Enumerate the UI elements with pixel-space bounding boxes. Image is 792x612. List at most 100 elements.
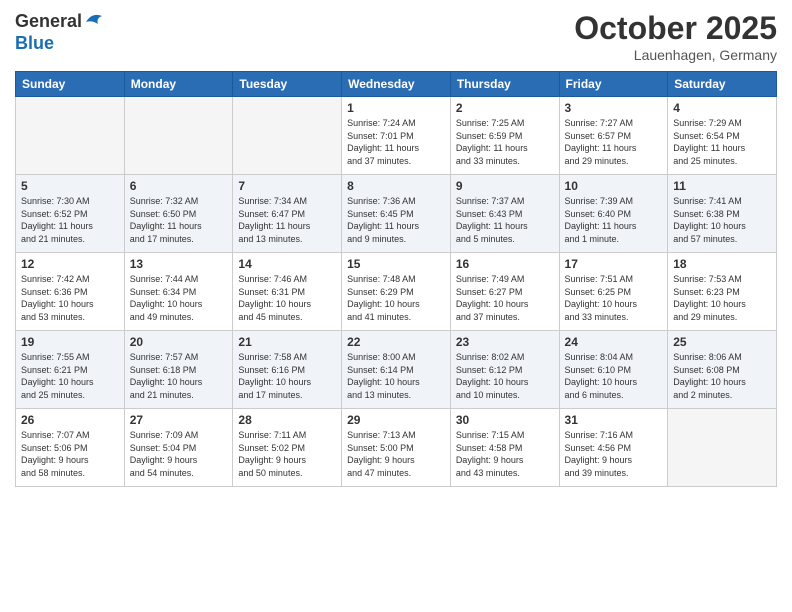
day-number: 20: [130, 335, 228, 349]
day-info: Sunrise: 7:57 AM Sunset: 6:18 PM Dayligh…: [130, 351, 228, 401]
calendar-cell: 11Sunrise: 7:41 AM Sunset: 6:38 PM Dayli…: [668, 175, 777, 253]
calendar-cell: 15Sunrise: 7:48 AM Sunset: 6:29 PM Dayli…: [342, 253, 451, 331]
calendar-cell: [233, 97, 342, 175]
day-number: 24: [565, 335, 663, 349]
day-info: Sunrise: 7:53 AM Sunset: 6:23 PM Dayligh…: [673, 273, 771, 323]
day-number: 2: [456, 101, 554, 115]
calendar-cell: 6 Sunrise: 7:32 AM Sunset: 6:50 PM Daylig…: [124, 175, 233, 253]
weekday-thursday: Thursday: [450, 72, 559, 97]
calendar-cell: 16 Sunrise: 7:49 AM Sunset: 6:27 PM Dayli…: [450, 253, 559, 331]
day-info: Sunrise: 7:37 AM Sunset: 6:43 PM Dayligh…: [456, 195, 554, 245]
day-info: Sunrise: 8:04 AM Sunset: 6:10 PM Dayligh…: [565, 351, 663, 401]
day-info: Sunrise: 7:42 AM Sunset: 6:36 PM Dayligh…: [21, 273, 119, 323]
calendar-cell: [124, 97, 233, 175]
day-info: Sunrise: 7:49 AM Sunset: 6:27 PM Dayligh…: [456, 273, 554, 323]
day-number: 7: [238, 179, 336, 193]
day-info: Sunrise: 7:51 AM Sunset: 6:25 PM Dayligh…: [565, 273, 663, 323]
day-number: 17: [565, 257, 663, 271]
day-info: Sunrise: 7:32 AM Sunset: 6:50 PM Dayligh…: [130, 195, 228, 245]
calendar-cell: 29Sunrise: 7:13 AM Sunset: 5:00 PM Dayli…: [342, 409, 451, 487]
calendar-cell: 23 Sunrise: 8:02 AM Sunset: 6:12 PM Dayli…: [450, 331, 559, 409]
weekday-friday: Friday: [559, 72, 668, 97]
day-number: 16: [456, 257, 554, 271]
day-number: 26: [21, 413, 119, 427]
calendar-cell: 8Sunrise: 7:36 AM Sunset: 6:45 PM Daylig…: [342, 175, 451, 253]
calendar-cell: 21Sunrise: 7:58 AM Sunset: 6:16 PM Dayli…: [233, 331, 342, 409]
day-info: Sunrise: 7:39 AM Sunset: 6:40 PM Dayligh…: [565, 195, 663, 245]
calendar-cell: 31Sunrise: 7:16 AM Sunset: 4:56 PM Dayli…: [559, 409, 668, 487]
day-number: 19: [21, 335, 119, 349]
day-number: 23: [456, 335, 554, 349]
calendar-week-2: 5 Sunrise: 7:30 AM Sunset: 6:52 PM Daylig…: [16, 175, 777, 253]
calendar-cell: 2 Sunrise: 7:25 AM Sunset: 6:59 PM Daylig…: [450, 97, 559, 175]
logo: General Blue: [15, 10, 104, 54]
day-number: 25: [673, 335, 771, 349]
day-number: 9: [456, 179, 554, 193]
calendar-cell: 14Sunrise: 7:46 AM Sunset: 6:31 PM Dayli…: [233, 253, 342, 331]
calendar-cell: [16, 97, 125, 175]
calendar-cell: 28 Sunrise: 7:11 AM Sunset: 5:02 PM Dayli…: [233, 409, 342, 487]
logo-general: General: [15, 12, 82, 32]
calendar-cell: 3 Sunrise: 7:27 AM Sunset: 6:57 PM Daylig…: [559, 97, 668, 175]
day-number: 8: [347, 179, 445, 193]
day-info: Sunrise: 7:07 AM Sunset: 5:06 PM Dayligh…: [21, 429, 119, 479]
day-number: 12: [21, 257, 119, 271]
day-number: 1: [347, 101, 445, 115]
calendar-cell: 13Sunrise: 7:44 AM Sunset: 6:34 PM Dayli…: [124, 253, 233, 331]
calendar-cell: 5 Sunrise: 7:30 AM Sunset: 6:52 PM Daylig…: [16, 175, 125, 253]
weekday-wednesday: Wednesday: [342, 72, 451, 97]
logo-bird-icon: [84, 10, 104, 34]
calendar-cell: 20 Sunrise: 7:57 AM Sunset: 6:18 PM Dayli…: [124, 331, 233, 409]
calendar-cell: 30 Sunrise: 7:15 AM Sunset: 4:58 PM Dayli…: [450, 409, 559, 487]
calendar-cell: 1 Sunrise: 7:24 AM Sunset: 7:01 PM Daylig…: [342, 97, 451, 175]
calendar-week-3: 12 Sunrise: 7:42 AM Sunset: 6:36 PM Dayli…: [16, 253, 777, 331]
weekday-sunday: Sunday: [16, 72, 125, 97]
day-info: Sunrise: 7:34 AM Sunset: 6:47 PM Dayligh…: [238, 195, 336, 245]
calendar-cell: 24 Sunrise: 8:04 AM Sunset: 6:10 PM Dayli…: [559, 331, 668, 409]
day-info: Sunrise: 7:24 AM Sunset: 7:01 PM Dayligh…: [347, 117, 445, 167]
calendar-cell: 27Sunrise: 7:09 AM Sunset: 5:04 PM Dayli…: [124, 409, 233, 487]
day-number: 4: [673, 101, 771, 115]
day-number: 14: [238, 257, 336, 271]
location: Lauenhagen, Germany: [574, 47, 777, 63]
day-info: Sunrise: 7:30 AM Sunset: 6:52 PM Dayligh…: [21, 195, 119, 245]
day-info: Sunrise: 7:27 AM Sunset: 6:57 PM Dayligh…: [565, 117, 663, 167]
day-info: Sunrise: 7:11 AM Sunset: 5:02 PM Dayligh…: [238, 429, 336, 479]
day-info: Sunrise: 7:25 AM Sunset: 6:59 PM Dayligh…: [456, 117, 554, 167]
header: General Blue October 2025 Lauenhagen, Ge…: [15, 10, 777, 63]
calendar-week-4: 19Sunrise: 7:55 AM Sunset: 6:21 PM Dayli…: [16, 331, 777, 409]
weekday-header-row: SundayMondayTuesdayWednesdayThursdayFrid…: [16, 72, 777, 97]
day-info: Sunrise: 8:06 AM Sunset: 6:08 PM Dayligh…: [673, 351, 771, 401]
day-info: Sunrise: 7:29 AM Sunset: 6:54 PM Dayligh…: [673, 117, 771, 167]
day-number: 5: [21, 179, 119, 193]
calendar-cell: 9 Sunrise: 7:37 AM Sunset: 6:43 PM Daylig…: [450, 175, 559, 253]
weekday-saturday: Saturday: [668, 72, 777, 97]
day-number: 29: [347, 413, 445, 427]
day-number: 18: [673, 257, 771, 271]
day-number: 30: [456, 413, 554, 427]
calendar-cell: 10Sunrise: 7:39 AM Sunset: 6:40 PM Dayli…: [559, 175, 668, 253]
calendar-cell: 18 Sunrise: 7:53 AM Sunset: 6:23 PM Dayli…: [668, 253, 777, 331]
day-number: 21: [238, 335, 336, 349]
day-info: Sunrise: 7:16 AM Sunset: 4:56 PM Dayligh…: [565, 429, 663, 479]
page: General Blue October 2025 Lauenhagen, Ge…: [0, 0, 792, 612]
logo-blue: Blue: [15, 34, 104, 54]
day-number: 3: [565, 101, 663, 115]
day-number: 22: [347, 335, 445, 349]
calendar-cell: 19Sunrise: 7:55 AM Sunset: 6:21 PM Dayli…: [16, 331, 125, 409]
day-info: Sunrise: 8:02 AM Sunset: 6:12 PM Dayligh…: [456, 351, 554, 401]
day-info: Sunrise: 7:48 AM Sunset: 6:29 PM Dayligh…: [347, 273, 445, 323]
calendar-cell: 22 Sunrise: 8:00 AM Sunset: 6:14 PM Dayli…: [342, 331, 451, 409]
day-info: Sunrise: 8:00 AM Sunset: 6:14 PM Dayligh…: [347, 351, 445, 401]
day-info: Sunrise: 7:15 AM Sunset: 4:58 PM Dayligh…: [456, 429, 554, 479]
weekday-tuesday: Tuesday: [233, 72, 342, 97]
day-number: 28: [238, 413, 336, 427]
calendar-week-1: 1 Sunrise: 7:24 AM Sunset: 7:01 PM Daylig…: [16, 97, 777, 175]
day-number: 11: [673, 179, 771, 193]
calendar-cell: 12 Sunrise: 7:42 AM Sunset: 6:36 PM Dayli…: [16, 253, 125, 331]
day-number: 6: [130, 179, 228, 193]
calendar-cell: 7 Sunrise: 7:34 AM Sunset: 6:47 PM Daylig…: [233, 175, 342, 253]
day-info: Sunrise: 7:09 AM Sunset: 5:04 PM Dayligh…: [130, 429, 228, 479]
month-title: October 2025: [574, 10, 777, 47]
calendar: SundayMondayTuesdayWednesdayThursdayFrid…: [15, 71, 777, 487]
